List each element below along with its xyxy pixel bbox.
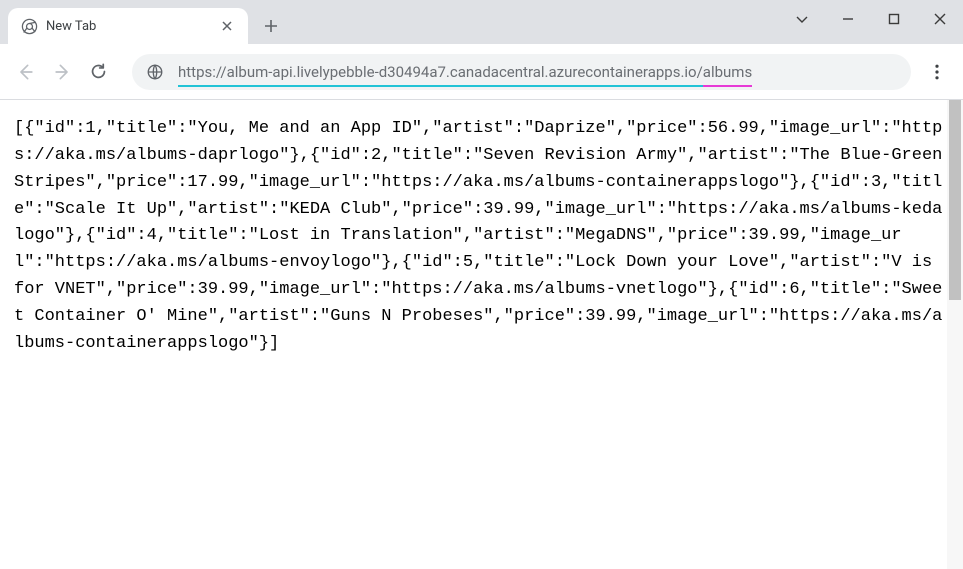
- back-button[interactable]: [8, 54, 44, 90]
- viewport: [{"id":1,"title":"You, Me and an App ID"…: [0, 100, 963, 569]
- reload-button[interactable]: [80, 54, 116, 90]
- globe-icon: [146, 63, 164, 81]
- forward-button[interactable]: [44, 54, 80, 90]
- url-domain-part: https://album-api.livelypebble-d30494a7.…: [178, 63, 703, 87]
- url-path-part: albums: [703, 63, 752, 87]
- browser-tab[interactable]: New Tab: [8, 8, 248, 44]
- scrollbar-track[interactable]: [947, 100, 963, 569]
- response-body[interactable]: [{"id":1,"title":"You, Me and an App ID"…: [0, 100, 963, 569]
- chrome-logo-icon: [20, 17, 38, 35]
- address-bar[interactable]: https://album-api.livelypebble-d30494a7.…: [132, 54, 911, 90]
- tab-close-button[interactable]: [218, 17, 236, 35]
- toolbar: https://album-api.livelypebble-d30494a7.…: [0, 44, 963, 100]
- tab-title: New Tab: [46, 19, 218, 34]
- window-minimize-button[interactable]: [825, 0, 871, 38]
- chevron-down-icon[interactable]: [779, 0, 825, 38]
- menu-button[interactable]: [919, 54, 955, 90]
- window-controls: [779, 0, 963, 38]
- window-close-button[interactable]: [917, 0, 963, 38]
- scrollbar-thumb[interactable]: [949, 100, 961, 300]
- new-tab-button[interactable]: [256, 11, 286, 41]
- url-text: https://album-api.livelypebble-d30494a7.…: [178, 63, 752, 81]
- window-maximize-button[interactable]: [871, 0, 917, 38]
